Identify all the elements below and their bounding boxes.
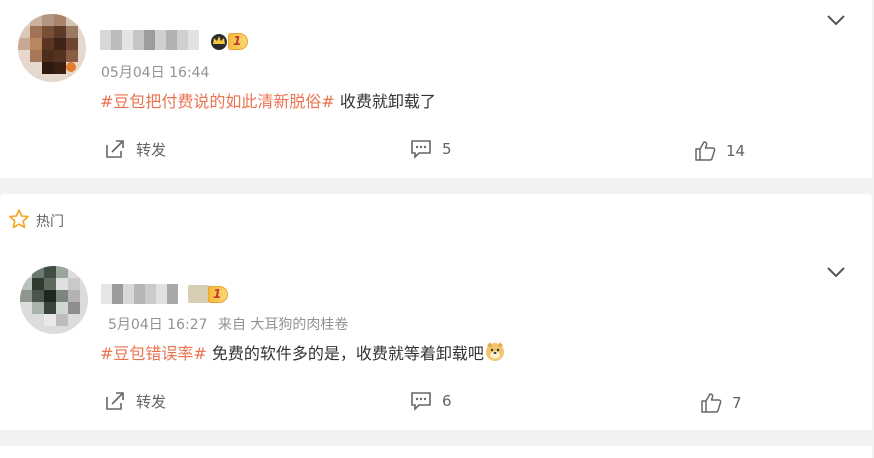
- level-number: 1: [208, 285, 229, 303]
- star-icon: [8, 208, 30, 234]
- chevron-down-icon[interactable]: [826, 12, 846, 26]
- repost-button[interactable]: 转发: [104, 390, 166, 412]
- post-card-3-partial: [0, 446, 872, 458]
- like-count: 14: [726, 142, 746, 160]
- avatar[interactable]: [18, 14, 86, 82]
- comment-button[interactable]: 5: [410, 139, 452, 159]
- comment-button[interactable]: 6: [410, 391, 452, 411]
- like-icon: [694, 140, 716, 162]
- repost-label: 转发: [136, 392, 167, 411]
- post-timestamp[interactable]: 05月04日 16:44: [101, 62, 209, 82]
- username[interactable]: [100, 30, 199, 50]
- comment-count: 6: [442, 392, 452, 410]
- avatar[interactable]: [20, 266, 88, 334]
- repost-icon: [104, 138, 126, 160]
- hot-label: 热门: [36, 214, 64, 230]
- level-number: 1: [228, 32, 249, 50]
- like-button[interactable]: 14: [694, 140, 745, 162]
- dog-emoji: [484, 340, 504, 361]
- post-card-2: 1 5月04日 16:27 来自 大耳狗的肉桂卷 #豆包错误率# 免费的软件多的…: [0, 244, 872, 430]
- like-button[interactable]: 7: [700, 392, 742, 414]
- post-card-1: 1 05月04日 16:44 #豆包把付费说的如此清新脱俗# 收费就卸载了 转发…: [0, 0, 872, 178]
- like-icon: [700, 392, 722, 414]
- vip-level-badge[interactable]: 1: [208, 32, 249, 50]
- username[interactable]: [101, 284, 178, 304]
- post-timestamp[interactable]: 5月04日 16:27: [108, 317, 208, 333]
- comment-count: 5: [442, 140, 452, 158]
- post-text: 免费的软件多的是，收费就等着卸载吧: [206, 344, 484, 363]
- post-source[interactable]: 来自 大耳狗的肉桂卷: [218, 317, 348, 333]
- hot-label-row: 热门: [8, 208, 64, 234]
- repost-button[interactable]: 转发: [104, 138, 166, 160]
- repost-icon: [104, 390, 126, 412]
- avatar-frame-icon: [188, 285, 210, 303]
- crown-icon: [208, 32, 230, 50]
- hot-section-header: 热门: [0, 194, 872, 244]
- like-count: 7: [732, 394, 742, 412]
- post-text: 收费就卸载了: [334, 92, 436, 111]
- topic-link[interactable]: #豆包错误率#: [100, 344, 207, 363]
- chevron-down-icon[interactable]: [826, 264, 846, 278]
- topic-link[interactable]: #豆包把付费说的如此清新脱俗#: [100, 92, 335, 111]
- post-meta: 5月04日 16:27 来自 大耳狗的肉桂卷: [108, 314, 348, 334]
- comment-icon: [410, 391, 432, 411]
- comment-icon: [410, 139, 432, 159]
- post-content: #豆包错误率# 免费的软件多的是，收费就等着卸载吧: [100, 340, 504, 364]
- repost-label: 转发: [136, 140, 167, 159]
- post-content: #豆包把付费说的如此清新脱俗# 收费就卸载了: [100, 88, 436, 112]
- level-badge[interactable]: 1: [188, 285, 229, 303]
